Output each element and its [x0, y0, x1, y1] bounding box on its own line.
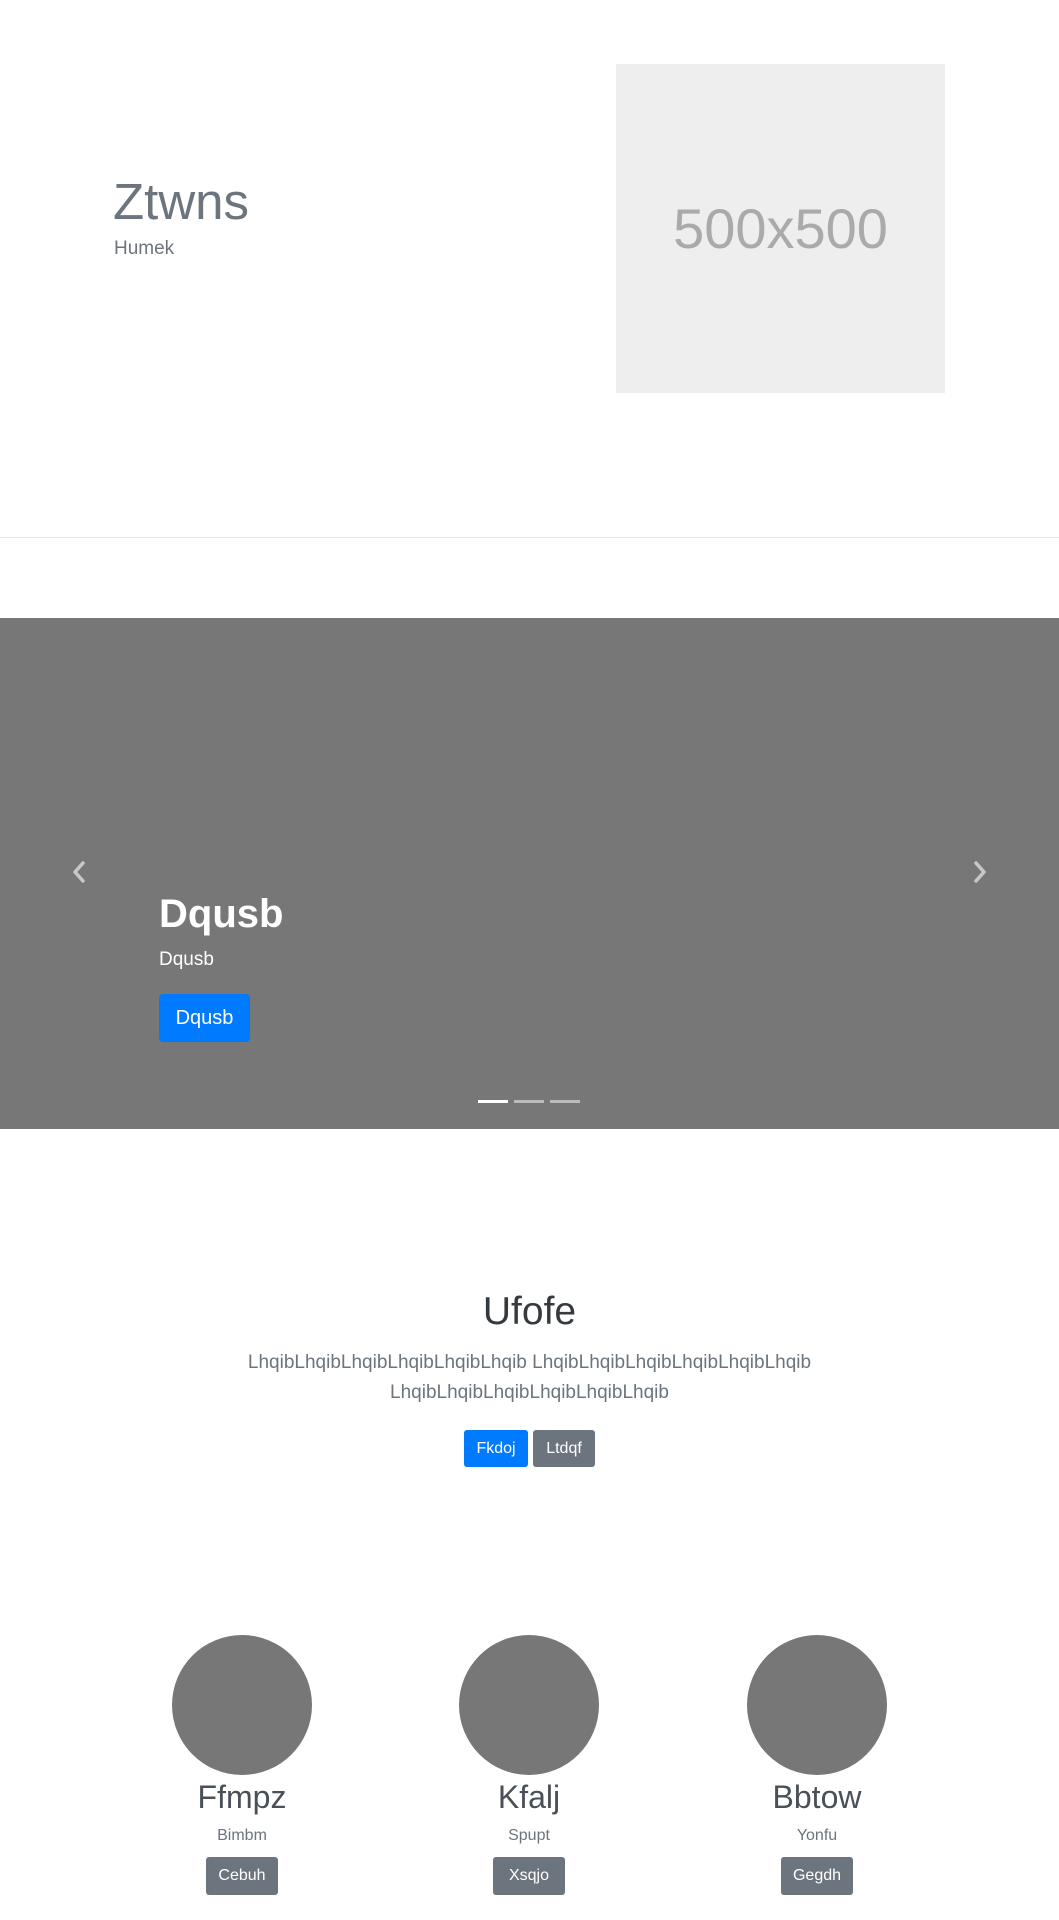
column-title: Kfalj	[497, 1779, 561, 1815]
carousel-indicator-3[interactable]	[550, 1100, 580, 1103]
column-subtitle: Yonfu	[796, 1827, 838, 1844]
hero-placeholder-image: 500x500	[616, 64, 945, 393]
hero-image-label: 500x500	[673, 197, 888, 260]
carousel: Dqusb Dqusb Dqusb	[0, 618, 1059, 1129]
column-title: Ffmpz	[197, 1779, 287, 1815]
carousel-caption-text: Dqusb	[159, 949, 214, 970]
carousel-caption-title: Dqusb	[159, 892, 284, 936]
featurette-text: LhqibLhqibLhqibLhqibLhqibLhqib LhqibLhqi…	[247, 1352, 812, 1403]
avatar	[747, 1635, 887, 1775]
feature-column: Kfalj Spupt Xsqjo	[385, 1635, 673, 1895]
feature-column: Ffmpz Bimbm Cebuh	[98, 1635, 386, 1895]
column-subtitle: Bimbm	[217, 1827, 267, 1844]
featurette-secondary-button[interactable]: Ltdqf	[533, 1430, 595, 1467]
hero-title: Ztwns	[113, 173, 250, 230]
avatar	[459, 1635, 599, 1775]
column-subtitle: Spupt	[508, 1827, 550, 1844]
column-button[interactable]: Gegdh	[781, 1857, 853, 1895]
chevron-left-icon	[73, 861, 85, 883]
column-button[interactable]: Cebuh	[206, 1857, 278, 1895]
hero-section: Ztwns Humek 500x500	[0, 0, 1059, 538]
featurette-primary-button[interactable]: Fkdoj	[464, 1430, 528, 1467]
featurette-title: Ufofe	[482, 1290, 577, 1333]
featurette-buttons: Fkdoj Ltdqf	[464, 1430, 595, 1467]
carousel-cta-button[interactable]: Dqusb	[159, 994, 250, 1042]
column-title: Bbtow	[772, 1779, 862, 1815]
column-button[interactable]: Xsqjo	[493, 1857, 565, 1895]
avatar	[172, 1635, 312, 1775]
chevron-right-icon	[974, 861, 986, 883]
hero-subtitle: Humek	[114, 238, 175, 259]
carousel-prev-button[interactable]	[49, 842, 109, 902]
feature-column: Bbtow Yonfu Gegdh	[673, 1635, 961, 1895]
carousel-indicator-1[interactable]	[478, 1100, 508, 1103]
carousel-indicators	[478, 1100, 580, 1103]
carousel-indicator-2[interactable]	[514, 1100, 544, 1103]
carousel-next-button[interactable]	[950, 842, 1010, 902]
